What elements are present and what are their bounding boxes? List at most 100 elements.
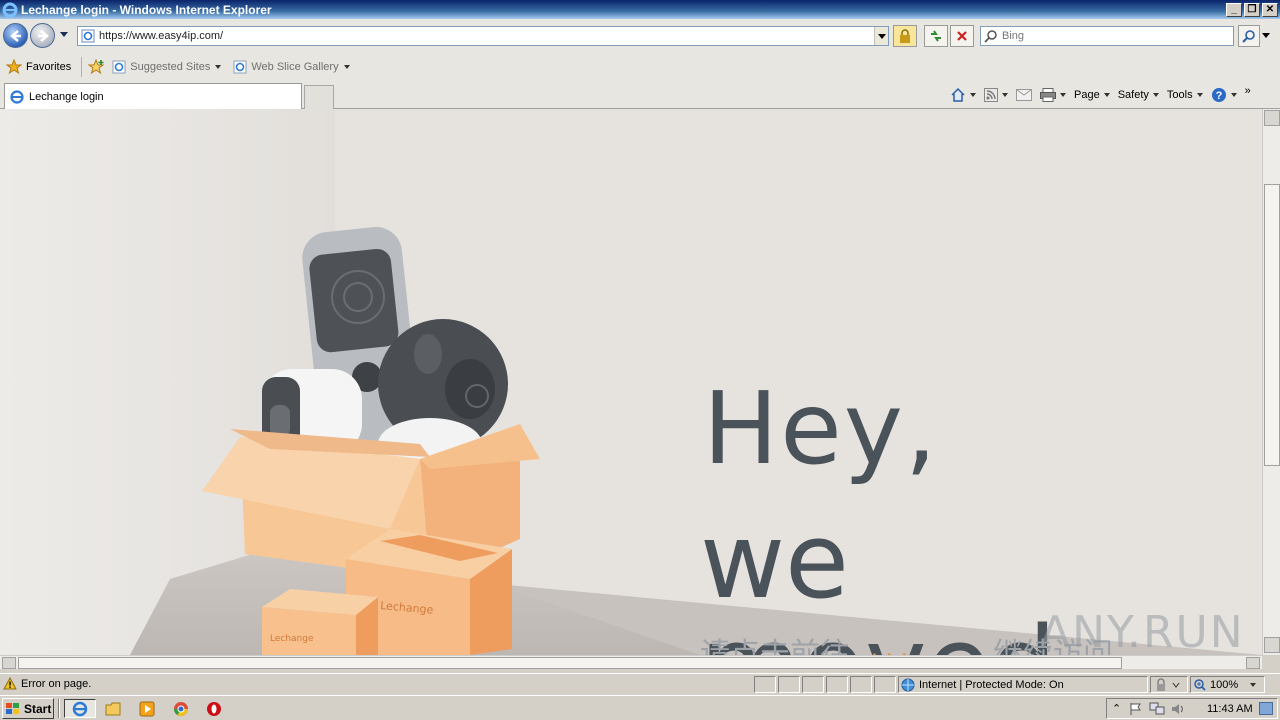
search-placeholder: Bing — [1002, 30, 1025, 42]
tools-menu-label: Tools — [1166, 89, 1193, 101]
arrow-right-icon — [38, 30, 49, 42]
favorites-button[interactable]: Favorites — [6, 59, 71, 75]
web-slice-gallery-item[interactable]: Web Slice Gallery — [233, 60, 350, 74]
page-error-indicator[interactable]: Error on page. — [3, 677, 91, 690]
volume-icon[interactable] — [1171, 702, 1185, 716]
new-tab-button[interactable] — [304, 85, 334, 109]
scroll-down-arrow[interactable] — [1264, 637, 1280, 653]
safety-menu[interactable]: Safety — [1118, 89, 1159, 101]
home-button[interactable] — [950, 87, 976, 103]
protected-mode-button[interactable] — [1150, 676, 1188, 693]
clock[interactable]: 11:43 AM — [1207, 703, 1253, 715]
tab-row: Lechange login Page Safety Tools ? » — [0, 81, 1280, 109]
forward-button[interactable] — [30, 23, 55, 48]
horizontal-scrollbar[interactable] — [0, 655, 1262, 669]
search-button[interactable] — [1238, 25, 1260, 47]
security-zone-indicator[interactable]: Internet | Protected Mode: On — [898, 676, 1148, 693]
refresh-button[interactable] — [924, 25, 948, 47]
read-mail-button[interactable] — [1016, 89, 1032, 101]
quicklaunch-media-player[interactable] — [136, 699, 158, 718]
back-button[interactable] — [3, 23, 28, 48]
anyrun-watermark: ANY.RUN — [1040, 607, 1245, 655]
status-bar: Error on page. Internet | Protected Mode… — [0, 673, 1280, 695]
chevron-down-icon — [343, 65, 350, 69]
redirect-link[interactable]: ... — [870, 631, 915, 655]
suggested-sites-item[interactable]: Suggested Sites — [112, 60, 222, 74]
address-toolbar: https://www.easy4ip.com/ Bing — [0, 19, 1280, 53]
network-icon[interactable] — [1149, 702, 1165, 716]
scroll-right-arrow[interactable] — [1246, 657, 1260, 669]
ie-page-icon — [233, 60, 247, 74]
search-box[interactable]: Bing — [980, 26, 1234, 46]
protected-mode-icon — [1157, 678, 1180, 691]
vertical-scrollbar[interactable] — [1262, 109, 1280, 655]
svg-text:?: ? — [1215, 90, 1222, 102]
vertical-scroll-thumb[interactable] — [1264, 184, 1280, 466]
refresh-icon — [931, 30, 941, 42]
page-content: Lechange Lechange Hey, we moved.. 请点击前往 … — [0, 109, 1262, 655]
small-box: Lechange — [262, 589, 378, 655]
system-tray: ⌃ 11:43 AM — [1106, 698, 1278, 719]
star-icon — [6, 59, 22, 75]
chevron-down-icon — [1060, 93, 1066, 97]
restore-button[interactable]: ❐ — [1244, 2, 1260, 17]
address-dropdown[interactable] — [874, 27, 888, 45]
rss-feed-icon — [984, 88, 998, 102]
quicklaunch-opera[interactable] — [203, 699, 225, 718]
scroll-left-arrow[interactable] — [2, 657, 16, 669]
globe-icon — [901, 678, 915, 691]
command-bar: Page Safety Tools ? » — [950, 85, 1259, 105]
recent-pages-dropdown[interactable] — [60, 32, 68, 37]
url-text[interactable]: https://www.easy4ip.com/ — [99, 30, 874, 42]
page-icon — [81, 29, 95, 43]
add-to-favorites-bar-button[interactable] — [88, 59, 106, 75]
scroll-up-arrow[interactable] — [1264, 110, 1280, 126]
horizontal-scroll-thumb[interactable] — [18, 657, 1122, 669]
search-options-dropdown[interactable] — [1262, 33, 1270, 38]
printer-icon — [1040, 88, 1056, 102]
close-button[interactable]: ✕ — [1262, 2, 1278, 17]
address-bar[interactable]: https://www.easy4ip.com/ — [77, 26, 889, 46]
flag-icon[interactable] — [1129, 702, 1143, 716]
start-button[interactable]: Start — [2, 698, 54, 719]
mail-icon — [1016, 89, 1032, 101]
quicklaunch-chrome[interactable] — [170, 699, 192, 718]
status-cell — [850, 676, 872, 693]
lock-icon — [900, 29, 910, 43]
status-cell — [802, 676, 824, 693]
chevron-down-icon — [1230, 93, 1237, 97]
taskbar-separator — [58, 699, 60, 718]
tools-menu[interactable]: Tools — [1167, 89, 1203, 101]
title-bar: Lechange login - Windows Internet Explor… — [0, 0, 1280, 19]
security-lock-button[interactable] — [893, 25, 917, 47]
favorites-bar: Favorites Suggested Sites Web Slice Gall… — [0, 53, 1280, 81]
minimize-button[interactable]: _ — [1226, 2, 1242, 17]
show-desktop-button[interactable] — [1259, 702, 1273, 715]
help-button[interactable]: ? — [1211, 87, 1237, 103]
stop-icon — [957, 31, 967, 41]
status-cell — [874, 676, 896, 693]
folder-icon — [105, 702, 121, 715]
search-provider-icon — [984, 30, 997, 43]
zoom-control[interactable]: 100% — [1190, 676, 1265, 693]
web-slice-gallery-label: Web Slice Gallery — [251, 61, 339, 73]
show-hidden-icons-button[interactable]: ⌃ — [1112, 702, 1121, 715]
zone-text: Internet | Protected Mode: On — [919, 678, 1064, 691]
redirect-text-left: 请点击前往 — [700, 637, 850, 655]
quicklaunch-explorer[interactable] — [102, 699, 124, 718]
arrow-left-icon — [10, 30, 21, 42]
page-menu[interactable]: Page — [1074, 89, 1110, 101]
small-box-brand-text: Lechange — [270, 634, 314, 644]
taskbar-ie-window[interactable] — [64, 699, 96, 718]
media-player-icon — [139, 701, 155, 716]
ie-tab-icon — [10, 89, 24, 104]
chrome-icon — [174, 701, 188, 716]
windows-logo-icon — [6, 702, 19, 714]
stop-button[interactable] — [950, 25, 974, 47]
feeds-button[interactable] — [984, 88, 1008, 102]
tab-lechange-login[interactable]: Lechange login — [4, 83, 302, 109]
print-button[interactable] — [1040, 88, 1066, 102]
more-commands-chevron[interactable]: » — [1245, 85, 1251, 97]
error-text: Error on page. — [21, 677, 92, 690]
warning-icon — [3, 677, 17, 690]
